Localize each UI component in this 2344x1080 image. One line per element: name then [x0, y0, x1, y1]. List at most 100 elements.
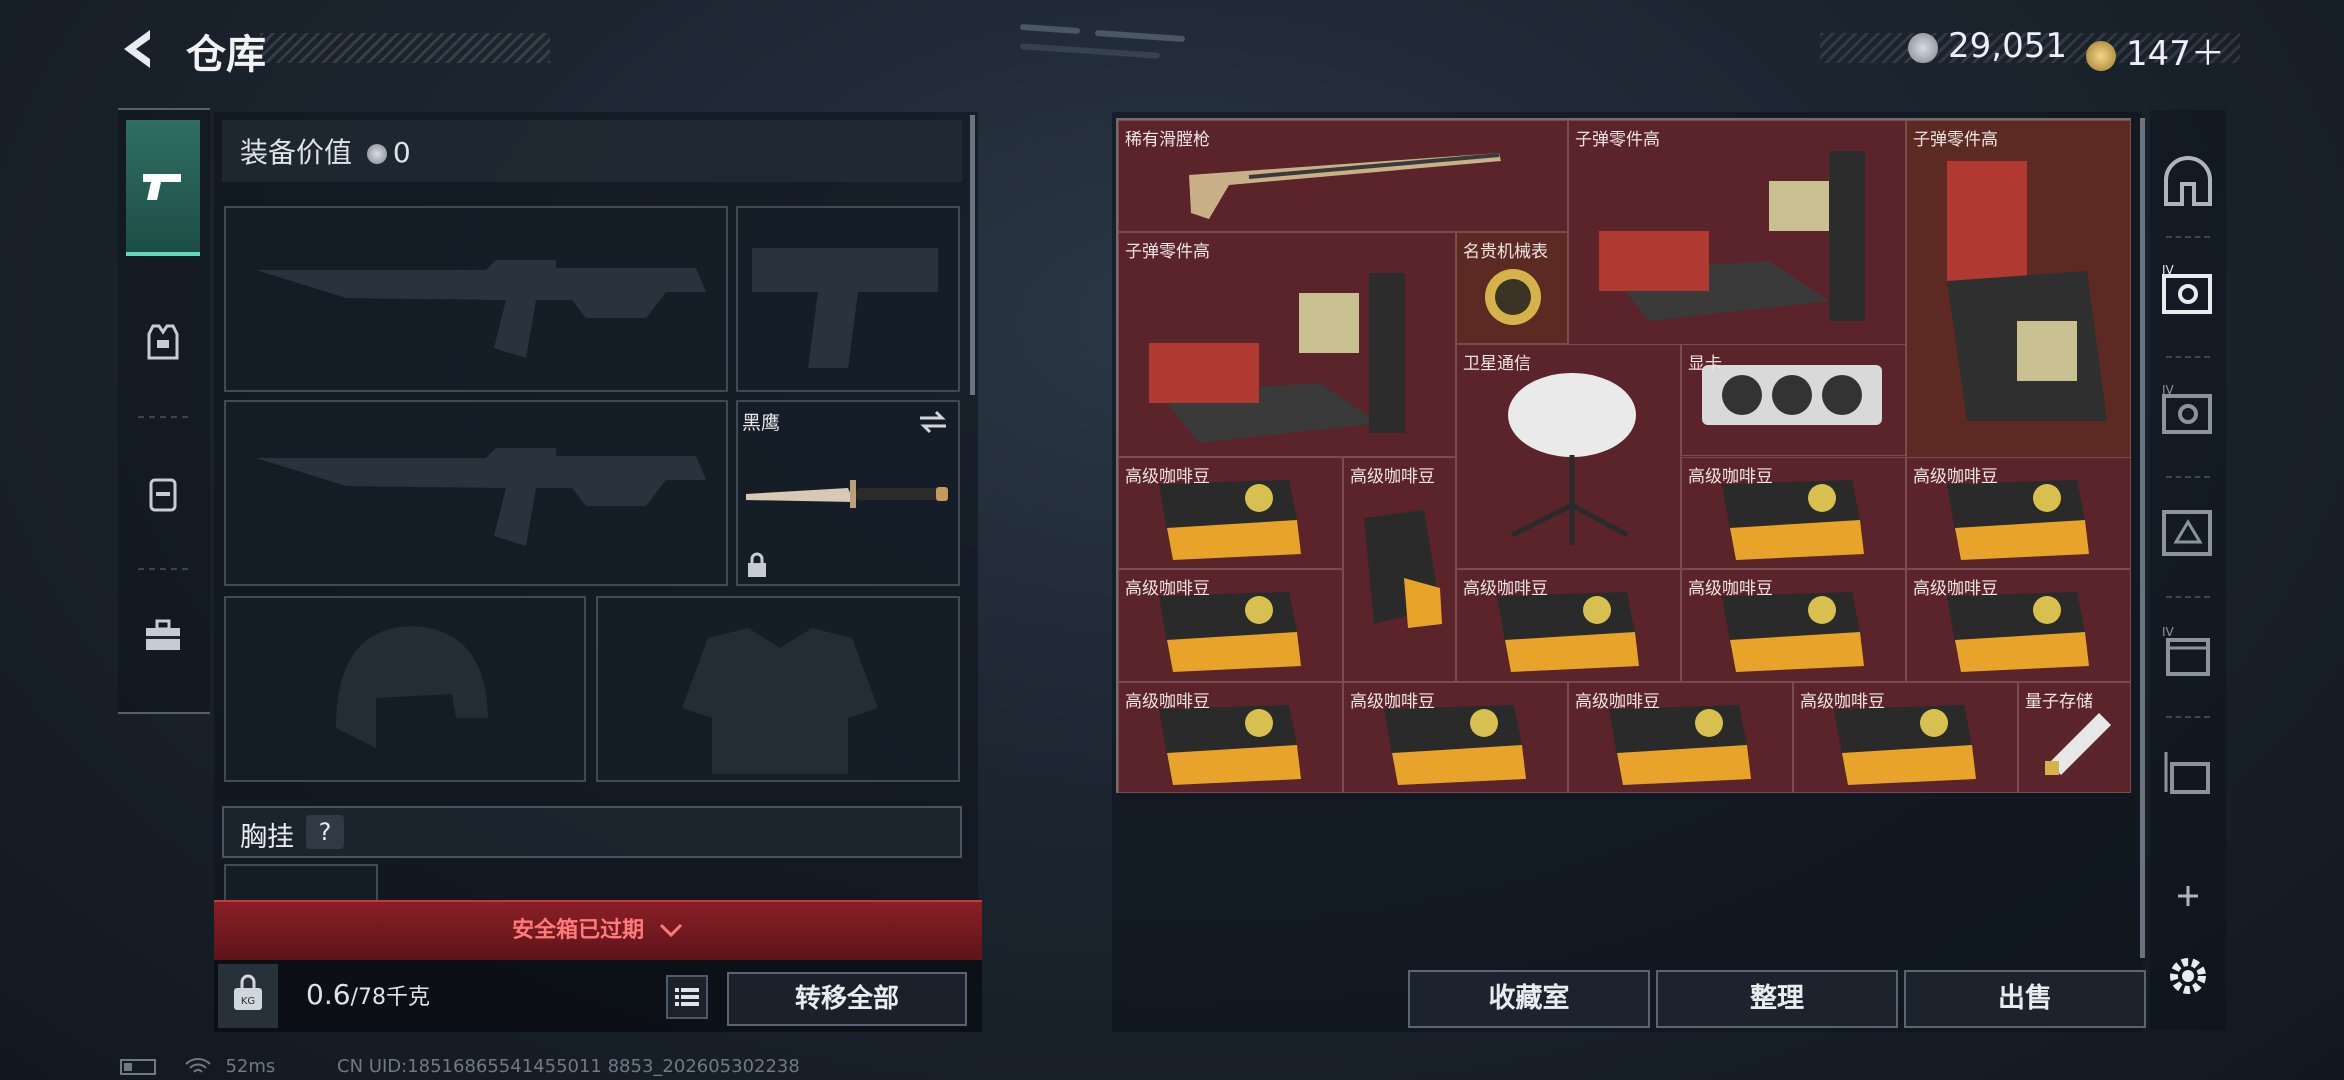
item-name: 高级咖啡豆	[1688, 579, 1773, 599]
item-name: 显卡	[1688, 354, 1722, 374]
item-name: 子弹零件高	[1913, 130, 1998, 150]
capacity-used: 0.6	[306, 978, 351, 1011]
item-name: 高级咖啡豆	[1575, 692, 1660, 712]
warehouse-tab-3-icon[interactable]	[2158, 502, 2218, 562]
warehouse-tab-4-icon[interactable]: IV	[2158, 622, 2218, 682]
capacity-max: /78千克	[350, 985, 430, 1010]
chest-rig-help-button[interactable]: ?	[306, 815, 344, 849]
warehouse-scrollbar[interactable]	[2140, 118, 2145, 958]
inventory-item[interactable]: 量子存储	[2018, 682, 2131, 793]
item-name: 高级咖啡豆	[1463, 579, 1548, 599]
svg-text:KG: KG	[241, 996, 255, 1007]
item-name: 高级咖啡豆	[1350, 467, 1435, 487]
warehouse-tab-1-icon[interactable]: IV	[2158, 262, 2218, 322]
rifle-silhouette-icon	[256, 448, 706, 546]
inventory-item[interactable]: 显卡	[1681, 344, 1906, 456]
back-button[interactable]	[114, 24, 164, 74]
secondary-weapon-slot[interactable]	[224, 400, 728, 586]
equipment-value-amount: 0	[392, 136, 411, 169]
backpack-icon	[149, 478, 177, 512]
status-bar: 52ms CN UID:18516865541455011 8853_20260…	[120, 1056, 800, 1077]
chest-rig-label: 胸挂	[240, 822, 294, 853]
safe-box-expired-banner[interactable]: 安全箱已过期	[214, 900, 982, 960]
item-name: 高级咖啡豆	[1913, 467, 1998, 487]
lock-icon	[748, 552, 766, 577]
item-name: 高级咖啡豆	[1800, 692, 1885, 712]
briefcase-icon	[146, 619, 180, 650]
silver-coin-icon	[1908, 32, 1938, 63]
add-storage-icon[interactable]	[2158, 866, 2218, 926]
inventory-item[interactable]: 高级咖啡豆	[1568, 682, 1793, 793]
svg-text:IV: IV	[2162, 263, 2175, 277]
category-tabs	[118, 108, 210, 714]
tab-armor[interactable]	[126, 274, 200, 418]
gold-currency[interactable]: 147＋	[2086, 26, 2225, 75]
item-name: 高级咖啡豆	[1125, 579, 1210, 599]
equipment-value: 装备价值 0	[240, 131, 411, 171]
inventory-item[interactable]: 高级咖啡豆	[1681, 457, 1906, 569]
primary-weapon-slot[interactable]	[224, 206, 728, 392]
tab-case[interactable]	[126, 568, 200, 704]
settings-gear-icon[interactable]	[2158, 946, 2218, 1006]
inventory-item[interactable]: 高级咖啡豆	[1906, 457, 2131, 569]
inventory-item[interactable]: 名贵机械表	[1456, 232, 1568, 344]
melee-item-name: 黑鹰	[742, 412, 781, 434]
item-name: 名贵机械表	[1463, 242, 1548, 262]
rifle-silhouette-icon	[256, 260, 706, 358]
sell-button[interactable]: 出售	[1904, 970, 2146, 1028]
weight-icon: KG	[218, 964, 278, 1028]
warehouse-tab-5-icon[interactable]	[2158, 742, 2218, 802]
inventory-item[interactable]: 高级咖啡豆	[1343, 682, 1568, 793]
inventory-item[interactable]: 高级咖啡豆	[1343, 457, 1456, 682]
silver-currency[interactable]: 29,051	[1908, 26, 2067, 66]
inventory-item[interactable]: 卫星通信	[1456, 344, 1681, 569]
battery-icon	[120, 1059, 156, 1075]
equipment-scrollbar[interactable]	[970, 115, 975, 395]
armor-slot[interactable]	[596, 596, 960, 782]
inventory-item[interactable]: 子弹零件高	[1118, 232, 1456, 457]
sidearm-slot[interactable]	[736, 206, 960, 392]
coffee-bag-icon	[1364, 510, 1442, 628]
inventory-item[interactable]: 高级咖啡豆	[1456, 569, 1681, 682]
item-name: 高级咖啡豆	[1688, 467, 1773, 487]
storage-room-icon[interactable]	[2158, 150, 2218, 210]
ammo-parts-crate-icon	[1599, 151, 1865, 321]
collection-room-button[interactable]: 收藏室	[1408, 970, 1650, 1028]
capacity-text: 0.6/78千克	[306, 978, 430, 1011]
inventory-item[interactable]: 高级咖啡豆	[1118, 682, 1343, 793]
chest-rig-slot[interactable]	[224, 864, 378, 902]
silver-amount: 29,051	[1948, 26, 2067, 66]
inventory-item[interactable]: 高级咖啡豆	[1906, 569, 2131, 682]
helmet-silhouette-icon	[336, 626, 488, 748]
swap-icon[interactable]	[918, 410, 948, 434]
pistol-icon	[143, 174, 181, 200]
item-name: 高级咖啡豆	[1125, 692, 1210, 712]
ping: 52ms	[225, 1056, 276, 1077]
inventory-item[interactable]: 子弹零件高	[1568, 120, 1906, 345]
tab-weapons[interactable]	[126, 120, 200, 256]
move-all-button[interactable]: 转移全部	[727, 972, 967, 1026]
organize-button[interactable]: 整理	[1656, 970, 1898, 1028]
inventory-item[interactable]: 高级咖啡豆	[1118, 569, 1343, 682]
list-icon	[675, 988, 699, 1006]
user-uid: CN UID:18516865541455011 8853_2026053022…	[337, 1056, 800, 1077]
gold-coin-icon	[2086, 40, 2116, 71]
list-view-button[interactable]	[666, 975, 708, 1019]
inventory-item[interactable]: 稀有滑膛枪	[1118, 120, 1568, 232]
equipment-value-label: 装备价值	[240, 136, 353, 169]
svg-text:IV: IV	[2162, 383, 2175, 397]
svg-text:IV: IV	[2162, 625, 2175, 639]
item-name: 高级咖啡豆	[1125, 467, 1210, 487]
satellite-dish-icon	[1508, 373, 1636, 545]
safe-box-status: 安全箱已过期	[512, 918, 645, 943]
inventory-item[interactable]: 高级咖啡豆	[1118, 457, 1343, 569]
warehouse-tab-2-icon[interactable]: IV	[2158, 382, 2218, 442]
vest-icon	[147, 324, 179, 360]
item-name: 稀有滑膛枪	[1125, 130, 1210, 150]
item-name: 量子存储	[2025, 692, 2093, 712]
tab-backpack[interactable]	[126, 426, 200, 570]
inventory-item[interactable]: 子弹零件高	[1906, 120, 2131, 458]
inventory-item[interactable]: 高级咖啡豆	[1793, 682, 2018, 793]
helmet-slot[interactable]	[224, 596, 586, 782]
inventory-item[interactable]: 高级咖啡豆	[1681, 569, 1906, 682]
